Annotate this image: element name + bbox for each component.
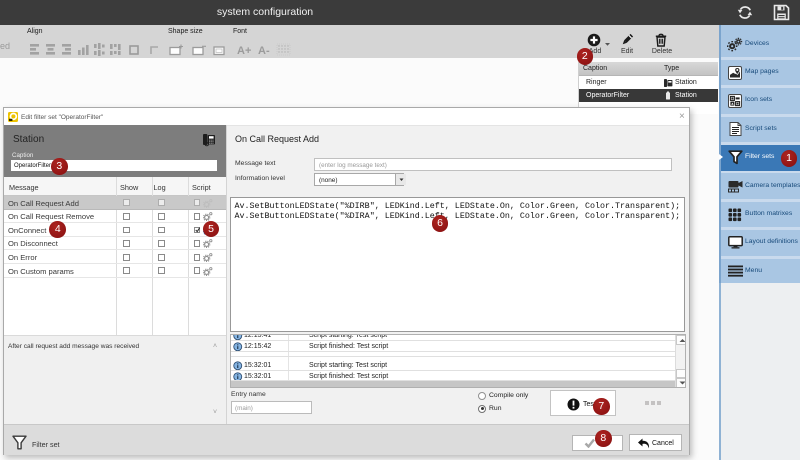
svg-text:A-: A-	[258, 45, 270, 56]
svg-text:A+: A+	[237, 45, 251, 56]
